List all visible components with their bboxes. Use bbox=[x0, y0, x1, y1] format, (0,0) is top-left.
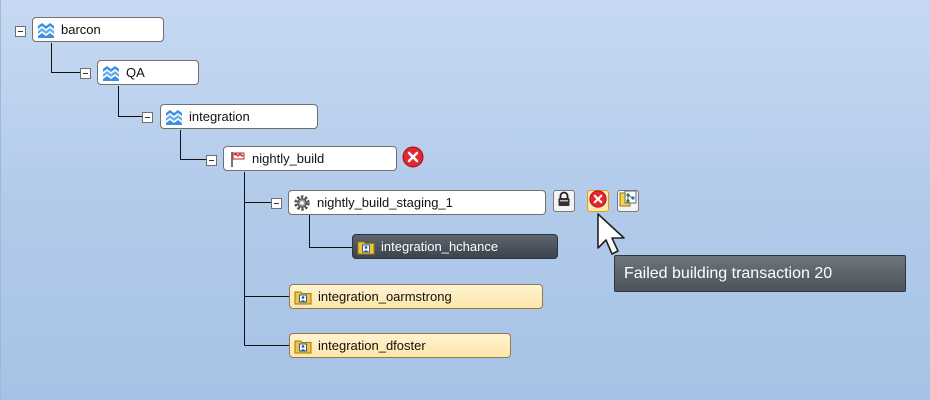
tree-node-nightly-build-staging-1[interactable]: nightly_build_staging_1 bbox=[288, 190, 546, 215]
lock-button[interactable] bbox=[553, 190, 575, 212]
tree-node-label: nightly_build bbox=[252, 151, 325, 166]
collapse-toggle-nightly-build-staging-1[interactable] bbox=[271, 198, 282, 209]
user-folder-icon bbox=[357, 238, 375, 256]
lock-icon bbox=[556, 191, 572, 212]
tree-node-integration-dfoster[interactable]: integration_dfoster bbox=[289, 333, 511, 358]
build-flag-icon bbox=[228, 150, 246, 168]
error-icon bbox=[402, 146, 424, 173]
tree-node-label: integration_oarmstrong bbox=[318, 289, 452, 304]
tree-node-qa[interactable]: QA bbox=[97, 60, 199, 85]
tree-node-label: integration_hchance bbox=[381, 239, 499, 254]
mouse-pointer-icon bbox=[597, 213, 625, 255]
tree-node-label: integration bbox=[189, 109, 250, 124]
tree-view-button[interactable] bbox=[617, 190, 639, 212]
tree-node-nightly-build[interactable]: nightly_build bbox=[223, 146, 397, 171]
user-folder-icon bbox=[294, 288, 312, 306]
tree-node-barcon[interactable]: barcon bbox=[32, 17, 164, 42]
staging-error-button[interactable] bbox=[587, 189, 609, 213]
tree-node-label: QA bbox=[126, 65, 145, 80]
tree-view-icon bbox=[619, 190, 637, 213]
collapse-toggle-integration[interactable] bbox=[142, 112, 153, 123]
tree-node-label: nightly_build_staging_1 bbox=[317, 195, 453, 210]
user-folder-icon bbox=[294, 337, 312, 355]
tree-node-integration[interactable]: integration bbox=[160, 104, 318, 129]
collapse-toggle-nightly-build[interactable] bbox=[206, 155, 217, 166]
build-failed-indicator[interactable] bbox=[402, 146, 424, 173]
stream-waves-icon bbox=[102, 64, 120, 82]
error-tooltip: Failed building transaction 20 bbox=[614, 255, 906, 292]
stream-browser-canvas: barcon QA integration nightly_build nigh… bbox=[0, 0, 930, 400]
tree-node-integration-oarmstrong[interactable]: integration_oarmstrong bbox=[289, 284, 543, 309]
tree-node-label: barcon bbox=[61, 22, 101, 37]
collapse-toggle-qa[interactable] bbox=[80, 68, 91, 79]
gear-icon bbox=[293, 194, 311, 212]
tree-node-integration-hchance[interactable]: integration_hchance bbox=[352, 234, 558, 259]
collapse-toggle-barcon[interactable] bbox=[15, 26, 26, 37]
tree-node-label: integration_dfoster bbox=[318, 338, 426, 353]
stream-waves-icon bbox=[165, 108, 183, 126]
stream-waves-icon bbox=[37, 21, 55, 39]
tooltip-text: Failed building transaction 20 bbox=[624, 264, 833, 282]
error-icon bbox=[589, 189, 607, 213]
